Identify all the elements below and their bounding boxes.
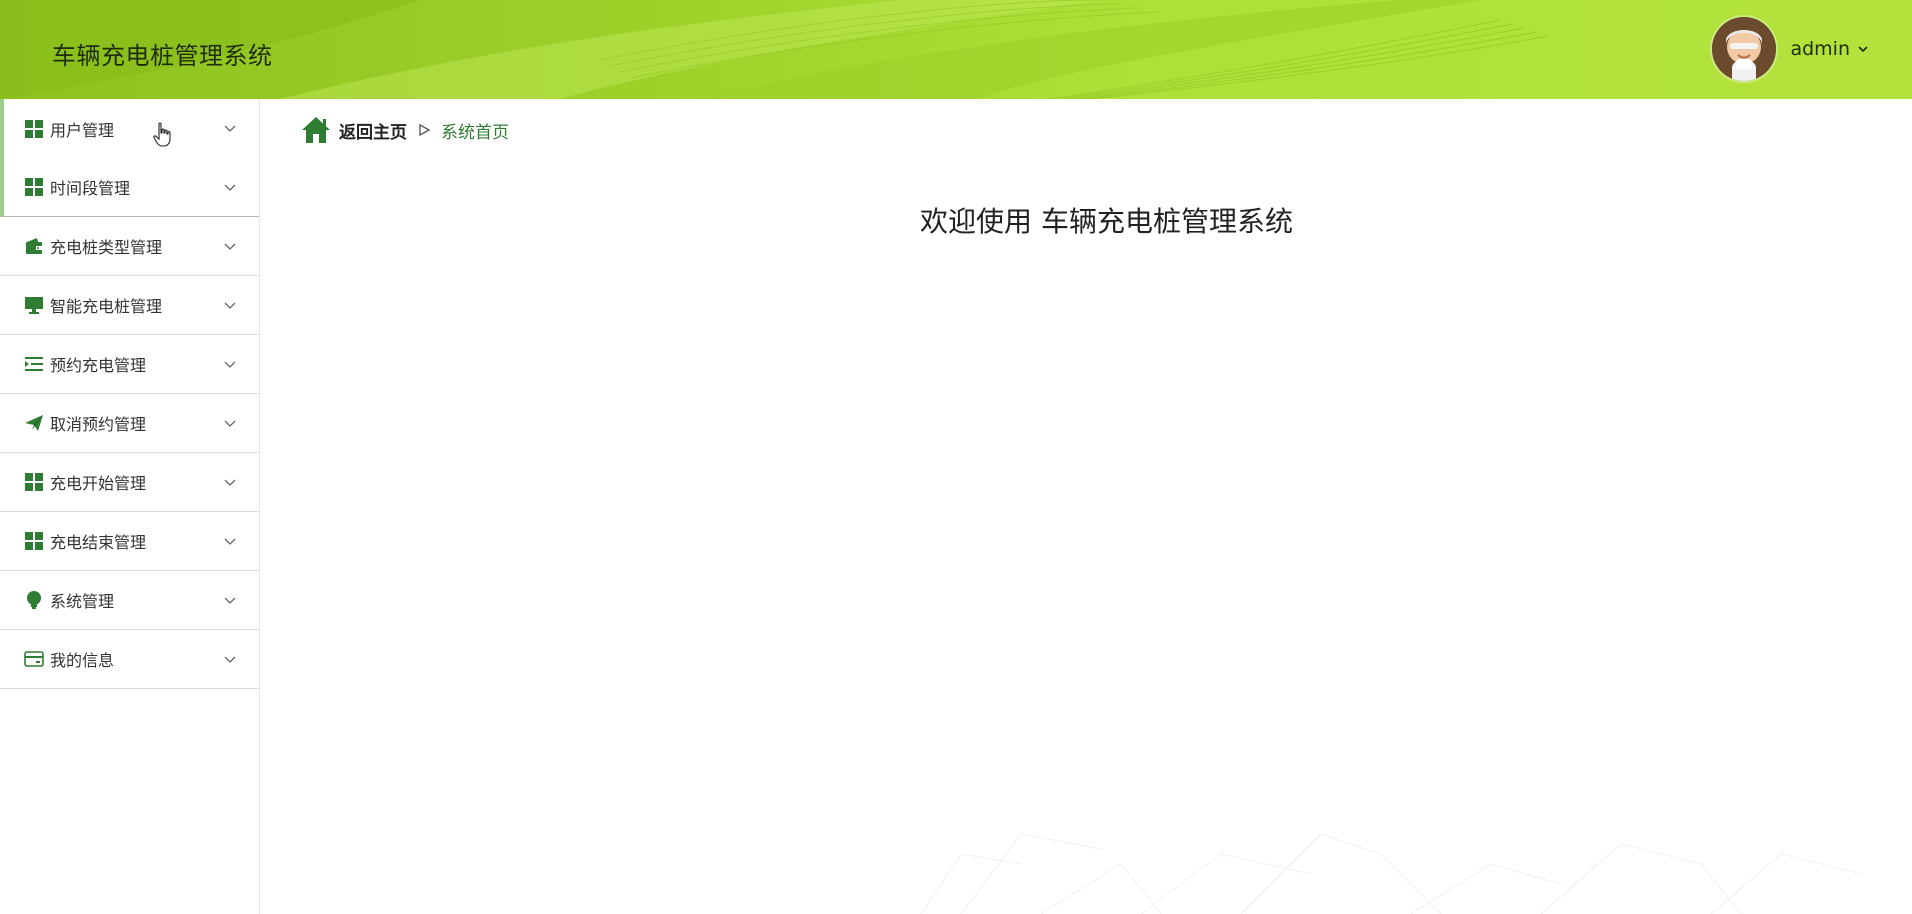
chevron-down-icon bbox=[224, 597, 236, 604]
list-icon bbox=[24, 354, 44, 374]
decorative-background-lines bbox=[920, 833, 1862, 914]
bulb-icon bbox=[24, 590, 44, 610]
chevron-down-icon bbox=[224, 302, 236, 309]
user-avatar[interactable] bbox=[1712, 17, 1777, 81]
avatar-icon bbox=[1712, 17, 1777, 81]
grid-icon bbox=[24, 119, 44, 139]
triangle-right-icon bbox=[419, 123, 431, 137]
sidebar: 用户管理 时间段管理 充电桩类型管理 智能充电桩管理 预约充电管理 取消预约管理… bbox=[0, 99, 260, 914]
sidebar-item-label: 充电桩类型管理 bbox=[50, 238, 163, 257]
chevron-down-icon bbox=[224, 420, 236, 427]
sidebar-item-label: 预约充电管理 bbox=[50, 356, 147, 375]
sidebar-item-charge-start[interactable]: 充电开始管理 bbox=[0, 453, 259, 512]
sidebar-item-label: 时间段管理 bbox=[50, 179, 131, 198]
breadcrumb-home-link[interactable]: 返回主页 bbox=[339, 118, 407, 143]
grid-icon bbox=[24, 177, 44, 197]
card-icon bbox=[24, 649, 44, 669]
chevron-down-icon bbox=[224, 125, 236, 132]
main-content: 返回主页 系统首页 欢迎使用 车辆充电桩管理系统 bbox=[261, 99, 1912, 914]
chevron-down-icon bbox=[224, 656, 236, 663]
sidebar-item-reservations[interactable]: 预约充电管理 bbox=[0, 335, 259, 394]
sidebar-item-smart-chargers[interactable]: 智能充电桩管理 bbox=[0, 276, 259, 335]
top-header: 车辆充电桩管理系统 admin bbox=[0, 0, 1912, 99]
header-wave-background bbox=[0, 0, 1549, 99]
user-menu[interactable]: admin bbox=[1712, 17, 1870, 81]
grid-icon bbox=[24, 472, 44, 492]
wallet-icon bbox=[24, 236, 44, 256]
sidebar-item-label: 取消预约管理 bbox=[50, 415, 147, 434]
grid-icon bbox=[24, 531, 44, 551]
sidebar-item-users[interactable]: 用户管理 bbox=[0, 99, 259, 158]
home-icon[interactable] bbox=[301, 116, 331, 144]
sidebar-item-my-info[interactable]: 我的信息 bbox=[0, 630, 259, 689]
username[interactable]: admin bbox=[1790, 38, 1850, 60]
breadcrumb: 返回主页 系统首页 bbox=[301, 115, 509, 145]
sidebar-item-label: 我的信息 bbox=[50, 651, 115, 670]
sidebar-item-label: 智能充电桩管理 bbox=[50, 297, 163, 316]
sidebar-item-cancellations[interactable]: 取消预约管理 bbox=[0, 394, 259, 453]
chevron-down-icon bbox=[224, 243, 236, 250]
send-icon bbox=[24, 413, 44, 433]
welcome-message: 欢迎使用 车辆充电桩管理系统 bbox=[920, 205, 1293, 238]
chevron-down-icon bbox=[224, 361, 236, 368]
sidebar-item-time-slots[interactable]: 时间段管理 bbox=[0, 158, 259, 217]
chevron-down-icon bbox=[224, 184, 236, 191]
chevron-down-icon bbox=[224, 479, 236, 486]
sidebar-item-label: 充电结束管理 bbox=[50, 533, 147, 552]
breadcrumb-current[interactable]: 系统首页 bbox=[441, 118, 509, 143]
sidebar-item-charger-types[interactable]: 充电桩类型管理 bbox=[0, 217, 259, 276]
chevron-down-icon bbox=[224, 538, 236, 545]
sidebar-item-charge-end[interactable]: 充电结束管理 bbox=[0, 512, 259, 571]
sidebar-item-label: 充电开始管理 bbox=[50, 474, 147, 493]
sidebar-item-system[interactable]: 系统管理 bbox=[0, 571, 259, 630]
monitor-icon bbox=[24, 295, 44, 315]
sidebar-item-label: 用户管理 bbox=[50, 120, 115, 140]
chevron-down-icon[interactable] bbox=[1856, 42, 1870, 56]
app-title: 车辆充电桩管理系统 bbox=[52, 42, 273, 70]
sidebar-item-label: 系统管理 bbox=[50, 592, 115, 611]
